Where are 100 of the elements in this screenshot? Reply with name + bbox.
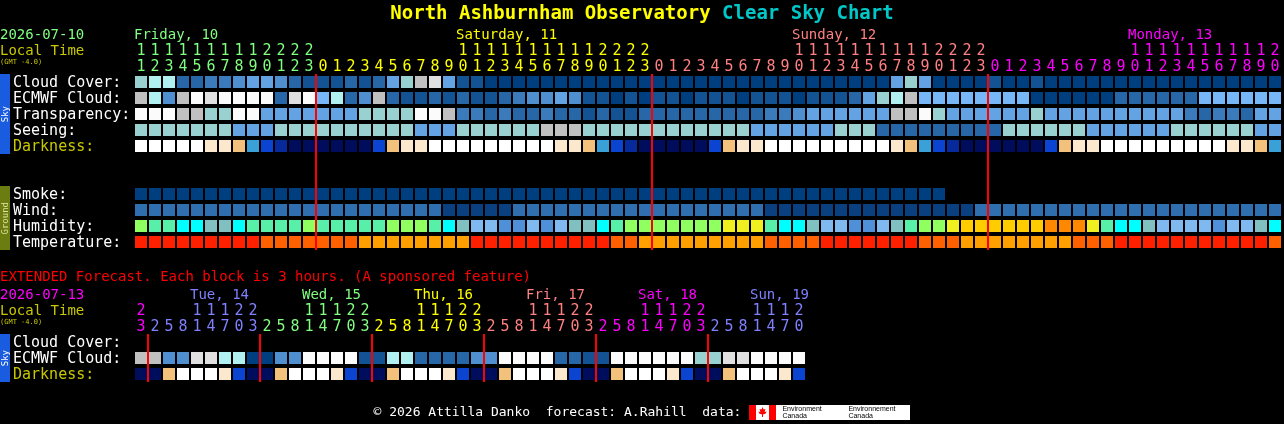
hour-label: 18 [234, 42, 244, 74]
hour-label: 5 [1060, 58, 1070, 74]
hour-label: 8 [738, 318, 748, 334]
day-label: Sunday, 12 [792, 26, 877, 42]
hour-label: 5 [388, 58, 398, 74]
hour-label: 20 [570, 302, 580, 334]
hour-label: 12 [822, 42, 832, 74]
hour-label: 8 [402, 318, 412, 334]
hour-label: 20 [794, 302, 804, 334]
hour-label: 2 [346, 58, 356, 74]
hour-label: 14 [850, 42, 860, 74]
hour-label: 22 [626, 42, 636, 74]
credit-text: © 2026 Attilla Danko forecast: A.Rahill data: [373, 404, 742, 420]
hour-label: 8 [626, 318, 636, 334]
hour-label: 13 [836, 42, 846, 74]
hour-label: 11 [472, 42, 482, 74]
hour-label: 15 [192, 42, 202, 74]
hour-label: 10 [458, 42, 468, 74]
hour-label: 10 [794, 42, 804, 74]
hour-label: 2 [262, 318, 272, 334]
day-label: Sun, 19 [750, 286, 809, 302]
hour-label: 11 [1144, 42, 1154, 74]
hour-label: 2 [374, 318, 384, 334]
hour-label: 15 [864, 42, 874, 74]
hour-label: 13 [500, 42, 510, 74]
hour-label: 20 [1270, 42, 1280, 74]
hour-label: 23 [136, 302, 146, 334]
hour-label: 14 [430, 302, 440, 334]
hour-label: 5 [388, 318, 398, 334]
group-label: Ground [0, 201, 10, 235]
hour-label: 8 [1102, 58, 1112, 74]
hour-label: 17 [892, 42, 902, 74]
hour-label: 18 [1242, 42, 1252, 74]
hour-label: 11 [752, 302, 762, 334]
hour-label: 15 [528, 42, 538, 74]
hour-label: 16 [542, 42, 552, 74]
day-label: Thu, 16 [414, 286, 473, 302]
hour-label: 12 [1158, 42, 1168, 74]
hour-label: 5 [276, 318, 286, 334]
date-label: 2026-07-13 [0, 286, 86, 302]
hour-label: 14 [1186, 42, 1196, 74]
hour-label: 11 [528, 302, 538, 334]
hour-label: 17 [444, 302, 454, 334]
hour-label: 14 [542, 302, 552, 334]
hour-label: 5 [612, 318, 622, 334]
hour-label: 4 [1046, 58, 1056, 74]
hour-label: 9 [780, 58, 790, 74]
hour-label: 23 [248, 302, 258, 334]
hour-label: 22 [962, 42, 972, 74]
hour-label: 17 [556, 42, 566, 74]
hour-label: 19 [248, 42, 258, 74]
hour-label: 17 [220, 302, 230, 334]
row-label: Darkness: [12, 138, 96, 154]
hour-label: 16 [878, 42, 888, 74]
hour-label: 13 [164, 42, 174, 74]
hour-label: 9 [1116, 58, 1126, 74]
hour-label: 2 [710, 318, 720, 334]
hour-label: 7 [1088, 58, 1098, 74]
date-label: 2026-07-10 [0, 26, 86, 42]
hour-label: 6 [402, 58, 412, 74]
group-label: Sky [0, 105, 10, 123]
hour-label: 2 [598, 318, 608, 334]
hour-label: 0 [318, 58, 328, 74]
extended-note: EXTENDED Forecast. Each block is 3 hours. (A sponsored feature) [0, 268, 532, 284]
hour-label: 11 [416, 302, 426, 334]
hour-label: 19 [920, 42, 930, 74]
hour-label: 7 [752, 58, 762, 74]
hour-label: 11 [192, 302, 202, 334]
hour-label: 11 [136, 42, 146, 74]
hour-label: 20 [346, 302, 356, 334]
flag-icon [749, 404, 777, 420]
hour-label: 20 [234, 302, 244, 334]
hour-label: 11 [808, 42, 818, 74]
hour-label: 2 [682, 58, 692, 74]
hour-label: 3 [360, 58, 370, 74]
local-time-label: Local Time [0, 42, 86, 58]
row-label: Wind: [12, 202, 60, 218]
hour-label: 18 [570, 42, 580, 74]
hour-label: 0 [990, 58, 1000, 74]
hour-label: 17 [780, 302, 790, 334]
hour-label: 6 [1074, 58, 1084, 74]
hour-label: 23 [976, 42, 986, 74]
hour-label: 8 [178, 318, 188, 334]
day-label: Saturday, 11 [456, 26, 558, 42]
hour-label: 21 [276, 42, 286, 74]
hour-label: 23 [360, 302, 370, 334]
hour-label: 19 [1256, 42, 1266, 74]
group-label: Sky [0, 349, 10, 367]
hour-label: 20 [682, 302, 692, 334]
row-label: Cloud Cover: [12, 334, 123, 350]
hour-label: 23 [472, 302, 482, 334]
day-label: Sat, 18 [638, 286, 697, 302]
hour-label: 20 [598, 42, 608, 74]
hour-label: 7 [416, 58, 426, 74]
row-label: Transparency: [12, 106, 132, 122]
hour-label: 3 [696, 58, 706, 74]
hour-label: 1 [668, 58, 678, 74]
hour-label: 1 [332, 58, 342, 74]
hour-label: 4 [710, 58, 720, 74]
row-label: Humidity: [12, 218, 95, 234]
